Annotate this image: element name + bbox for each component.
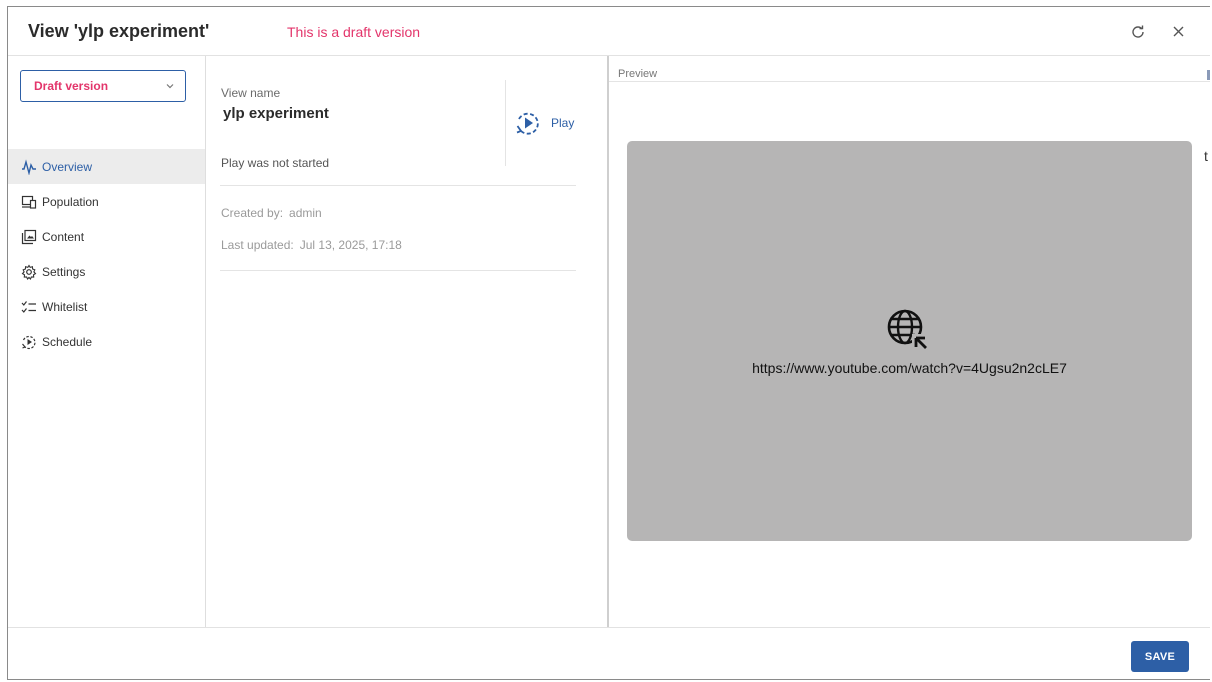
preview-frame[interactable]: https://www.youtube.com/watch?v=4Ugsu2n2… [627,141,1192,541]
sidebar-item-settings[interactable]: Settings [8,254,205,289]
created-by-label: Created by: [221,206,284,220]
sidebar-item-content[interactable]: Content [8,219,205,254]
preview-label: Preview [618,68,658,80]
media-folder-icon [21,229,37,244]
sidebar-item-whitelist[interactable]: Whitelist [8,289,205,324]
version-select-value: Draft version [34,79,109,93]
sidebar-item-population[interactable]: Population [8,184,205,219]
sidebar-item-label: Overview [42,159,93,174]
chevron-down-icon [166,84,174,89]
version-select[interactable]: Draft version [20,70,186,102]
close-icon[interactable] [1170,23,1188,41]
sidebar-item-overview[interactable]: Overview [8,149,205,184]
divider [609,81,1210,82]
sidebar: Draft version Overview Population Conten… [8,56,206,627]
sidebar-item-label: Schedule [42,334,93,349]
devices-icon [21,195,37,209]
created-by-value: admin [289,206,322,220]
dialog-footer: SAVE [8,627,1210,682]
sidebar-item-label: Whitelist [42,299,88,314]
last-updated-label: Last updated: [221,238,294,252]
overview-panel: View name ylp experiment Play was not st… [206,56,605,627]
divider [505,80,506,166]
divider [220,185,576,186]
page-title: View 'ylp experiment' [28,21,210,41]
last-updated-value: Jul 13, 2025, 17:18 [299,238,402,252]
refresh-icon[interactable] [1129,23,1147,41]
sidebar-nav: Overview Population Content Settings Whi… [8,149,205,359]
last-updated: Last updated: Jul 13, 2025, 17:18 [221,238,402,252]
schedule-play-icon [22,335,36,349]
preview-url: https://www.youtube.com/watch?v=4Ugsu2n2… [752,360,1067,376]
sidebar-item-label: Settings [42,264,86,279]
preview-panel: Preview t https://www.youtube.com/watch?… [609,56,1210,627]
window-margin [0,0,7,681]
scroll-edge-marker [1207,70,1210,80]
gear-icon [21,263,37,280]
save-button[interactable]: SAVE [1131,641,1189,672]
play-button-label: Play [551,116,575,130]
view-name-label: View name [221,86,281,100]
checklist-icon [21,300,36,313]
sidebar-item-label: Population [42,194,99,209]
divider [220,270,576,271]
web-link-icon [887,309,928,350]
play-icon [516,112,539,135]
view-dialog: View 'ylp experiment' This is a draft ve… [7,6,1210,680]
play-button[interactable]: Play [514,108,574,138]
view-name-value: ylp experiment [223,105,329,122]
dialog-header: View 'ylp experiment' This is a draft ve… [8,7,1210,56]
draft-version-notice: This is a draft version [287,24,421,40]
sidebar-item-label: Content [42,229,85,244]
truncated-text: t [1204,148,1208,164]
play-status-text: Play was not started [221,156,330,170]
activity-icon [22,158,36,175]
created-by: Created by: admin [221,206,322,220]
sidebar-item-schedule[interactable]: Schedule [8,324,205,359]
